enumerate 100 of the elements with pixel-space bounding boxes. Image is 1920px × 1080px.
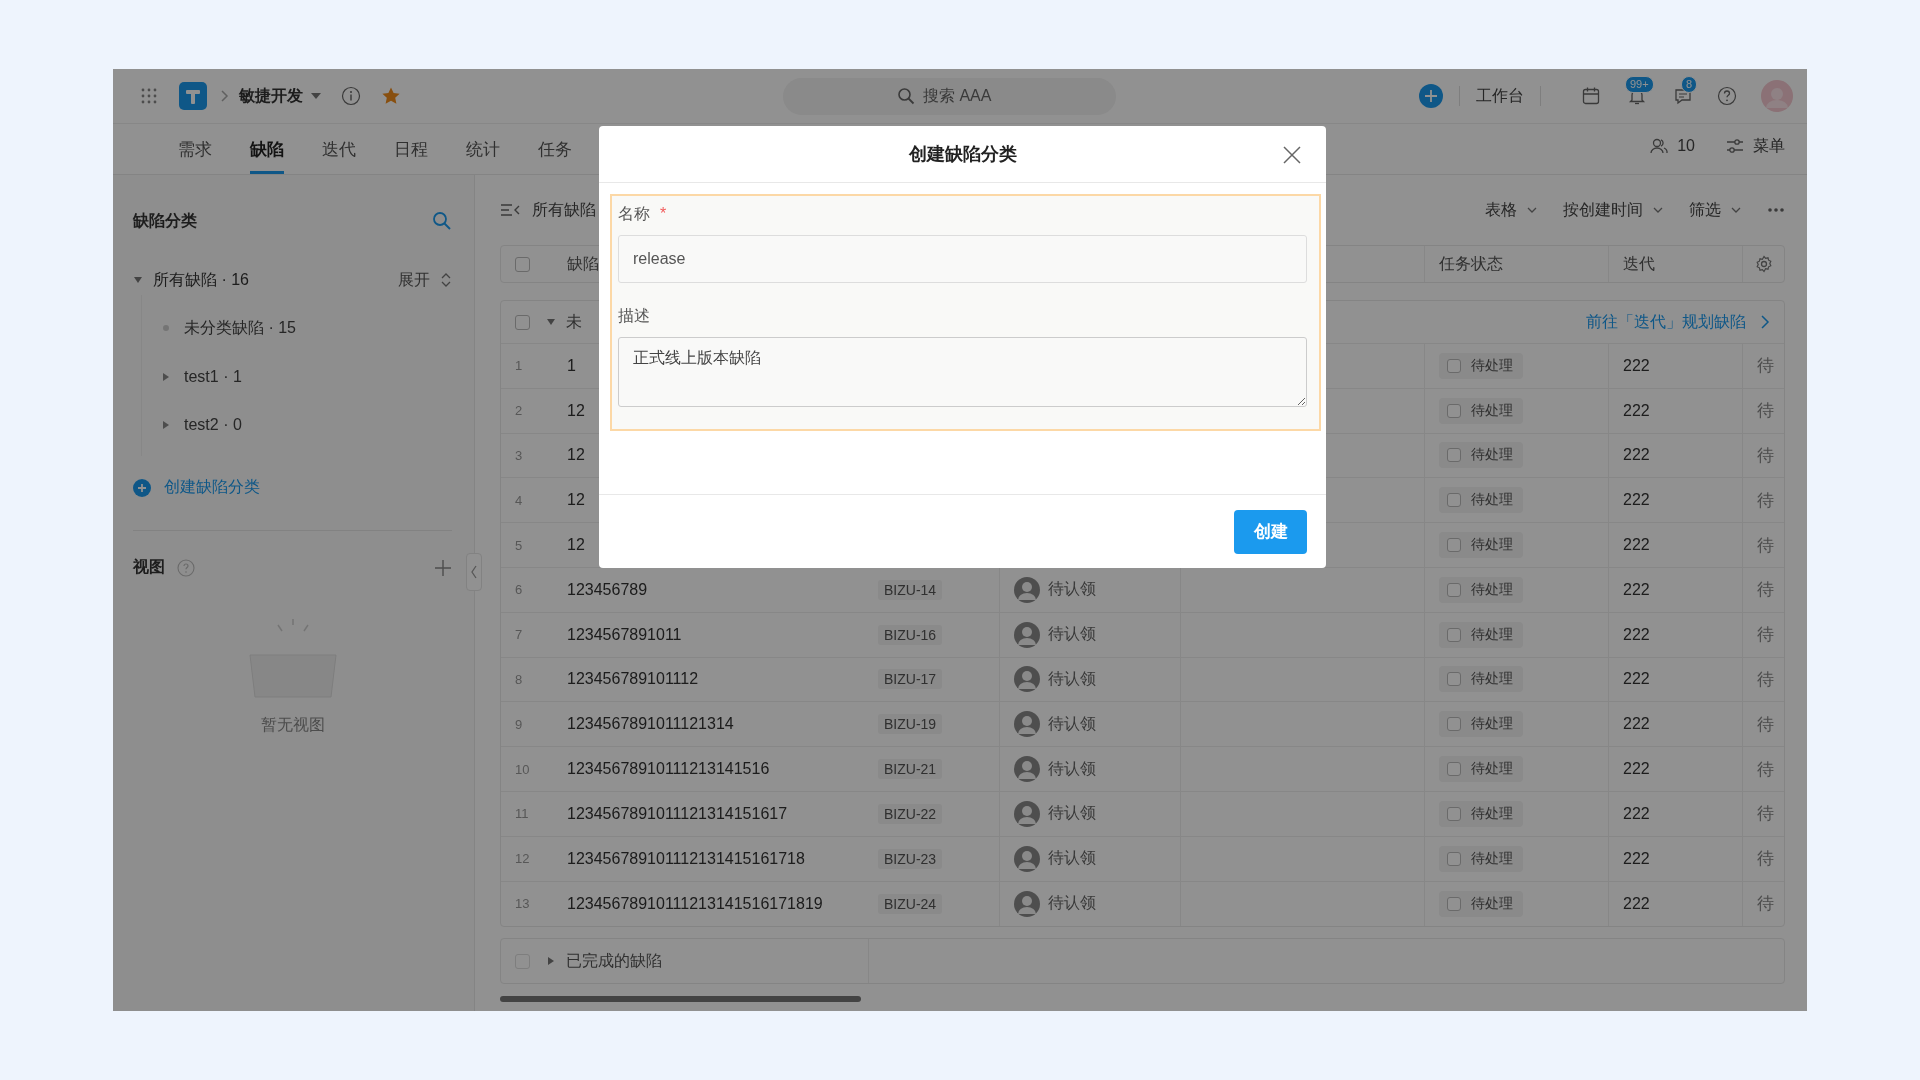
nav-tab[interactable]: 统计 <box>466 124 500 174</box>
info-icon[interactable] <box>341 86 361 106</box>
status-chip[interactable]: 待处理 <box>1439 442 1523 469</box>
assignee-name[interactable]: 待认领 <box>1048 713 1096 735</box>
collapse-handle[interactable] <box>466 553 482 591</box>
nav-tab[interactable]: 需求 <box>178 124 212 174</box>
settings-icon[interactable] <box>1754 255 1773 273</box>
add-icon[interactable] <box>1419 84 1443 108</box>
assignee-name[interactable]: 待认领 <box>1048 579 1096 601</box>
sliders-icon[interactable] <box>1725 136 1745 156</box>
caret-icon[interactable] <box>546 317 556 327</box>
status-checkbox[interactable] <box>1447 851 1461 866</box>
status-checkbox[interactable] <box>1447 403 1461 418</box>
status-chip[interactable]: 待处理 <box>1439 666 1523 693</box>
help-icon[interactable] <box>1717 86 1737 106</box>
nav-tab[interactable]: 任务 <box>538 124 572 174</box>
assignee-name[interactable]: 待认领 <box>1048 668 1096 690</box>
members-icon[interactable] <box>1649 136 1670 156</box>
create-button[interactable]: 创建 <box>1234 509 1307 554</box>
assignee-name[interactable]: 待认领 <box>1048 803 1096 825</box>
assignee-name[interactable]: 待认领 <box>1048 848 1096 870</box>
user-avatar[interactable] <box>1761 80 1793 112</box>
group-label[interactable]: 未 <box>566 311 582 333</box>
dropdown-button[interactable]: 按创建时间 <box>1563 199 1663 221</box>
create-category-link[interactable]: 创建缺陷分类 <box>164 477 260 498</box>
defect-title[interactable]: 1234567891011 <box>567 625 682 644</box>
defect-title[interactable]: 12345678910111213141516171819 <box>567 894 823 913</box>
nav-tab[interactable]: 日程 <box>394 124 428 174</box>
status-chip[interactable]: 待处理 <box>1439 711 1523 738</box>
name-input[interactable]: release <box>618 235 1307 283</box>
defect-title[interactable]: 12 <box>567 401 585 420</box>
caret-right-icon[interactable] <box>162 371 170 382</box>
status-checkbox[interactable] <box>1447 538 1461 553</box>
defect-title[interactable]: 123456789101112131415161718 <box>567 849 805 868</box>
status-checkbox[interactable] <box>1447 448 1461 463</box>
status-checkbox[interactable] <box>1447 717 1461 732</box>
status-checkbox[interactable] <box>1447 762 1461 777</box>
project-name[interactable]: 敏捷开发 <box>239 85 303 107</box>
caret-right-icon[interactable] <box>162 420 170 431</box>
status-checkbox[interactable] <box>1447 896 1461 911</box>
tree-item[interactable]: test1 · 1 <box>184 367 242 386</box>
status-chip[interactable]: 待处理 <box>1439 532 1523 559</box>
column-header[interactable]: 迭代 <box>1623 253 1655 275</box>
collapse-list-icon[interactable] <box>500 202 522 218</box>
defect-title[interactable]: 12 <box>567 491 585 510</box>
add-icon[interactable] <box>434 558 452 577</box>
select-all-checkbox[interactable] <box>515 256 530 272</box>
dropdown-button[interactable]: 表格 <box>1485 199 1537 221</box>
caret-icon[interactable] <box>133 275 143 285</box>
status-chip[interactable]: 待处理 <box>1439 352 1523 379</box>
caret-right-icon[interactable] <box>546 956 556 967</box>
defect-title[interactable]: 1234567891011121314 <box>567 715 734 734</box>
message-icon[interactable] <box>1673 86 1693 106</box>
plan-iteration-link[interactable]: 前往「迭代」规划缺陷 <box>1586 311 1746 333</box>
status-chip[interactable]: 待处理 <box>1439 800 1523 827</box>
description-textarea[interactable]: 正式线上版本缺陷 <box>618 337 1307 407</box>
defect-title[interactable]: 12345678910111213141516 <box>567 760 770 779</box>
add-circle-icon[interactable] <box>133 478 151 497</box>
status-chip[interactable]: 待处理 <box>1439 756 1523 783</box>
workbench-link[interactable]: 工作台 <box>1476 85 1524 107</box>
scrollbar-thumb[interactable] <box>500 996 861 1003</box>
status-checkbox[interactable] <box>1447 672 1461 687</box>
nav-tab[interactable]: 迭代 <box>322 124 356 174</box>
logo-icon[interactable] <box>179 82 207 110</box>
defect-title[interactable]: 123456789 <box>567 580 648 599</box>
defect-title[interactable]: 1234567891011121314151617 <box>567 804 788 823</box>
group-label[interactable]: 已完成的缺陷 <box>566 950 662 972</box>
search-field[interactable]: 搜索 AAA <box>783 77 1116 115</box>
help-icon[interactable] <box>177 558 195 577</box>
chevron-right-icon[interactable] <box>1760 314 1770 330</box>
column-header[interactable]: 缺陷 <box>567 253 599 275</box>
status-checkbox[interactable] <box>1447 627 1461 642</box>
assignee-name[interactable]: 待认领 <box>1048 758 1096 780</box>
defect-title[interactable]: 12 <box>567 446 585 465</box>
more-icon[interactable] <box>1767 207 1785 213</box>
status-chip[interactable]: 待处理 <box>1439 487 1523 514</box>
sort-arrows-icon[interactable] <box>440 272 452 288</box>
dropdown-button[interactable]: 筛选 <box>1689 199 1741 221</box>
status-chip[interactable]: 待处理 <box>1439 576 1523 603</box>
status-chip[interactable]: 待处理 <box>1439 397 1523 424</box>
group-checkbox[interactable] <box>515 314 530 330</box>
search-icon[interactable] <box>432 211 452 231</box>
menu-link[interactable]: 菜单 <box>1753 135 1785 157</box>
status-chip[interactable]: 待处理 <box>1439 890 1523 917</box>
defect-title[interactable]: 12 <box>567 536 585 555</box>
defect-title[interactable]: 1 <box>567 356 576 375</box>
status-checkbox[interactable] <box>1447 582 1461 597</box>
tree-item[interactable]: test2 · 0 <box>184 416 242 435</box>
status-chip[interactable]: 待处理 <box>1439 621 1523 648</box>
assignee-name[interactable]: 待认领 <box>1048 893 1096 915</box>
assignee-name[interactable]: 待认领 <box>1048 624 1096 646</box>
defect-title[interactable]: 123456789101112 <box>567 670 699 689</box>
status-chip[interactable]: 待处理 <box>1439 845 1523 872</box>
column-header[interactable]: 任务状态 <box>1439 253 1503 275</box>
close-icon[interactable] <box>1283 146 1301 164</box>
calendar-icon[interactable] <box>1581 86 1601 106</box>
tree-item[interactable]: 未分类缺陷 · 15 <box>184 317 296 339</box>
member-count[interactable]: 10 <box>1677 137 1695 155</box>
star-icon[interactable] <box>381 86 401 106</box>
status-checkbox[interactable] <box>1447 806 1461 821</box>
